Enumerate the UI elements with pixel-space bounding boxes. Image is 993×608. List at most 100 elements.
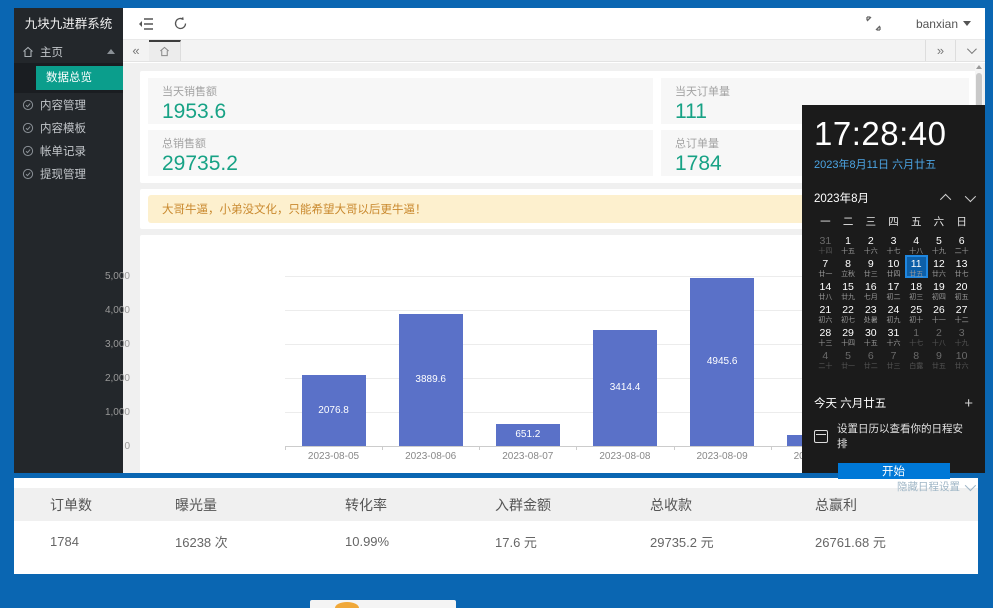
logo-arc [335,602,359,608]
lunar-label: 廿一 [816,271,835,278]
calendar-day-4[interactable]: 4十八 [905,232,928,255]
day-number: 14 [816,282,835,293]
bar-value-label: 3414.4 [610,382,641,393]
calendar-day-19[interactable]: 19初四 [928,278,951,301]
sidebar-item-label: 帐单记录 [40,143,86,159]
calendar-day-5[interactable]: 5十九 [928,232,951,255]
calendar-day-31[interactable]: 31十四 [814,232,837,255]
calendar-day-22[interactable]: 22初七 [837,301,860,324]
weekday-label: 一 [814,214,837,229]
calendar-day-2[interactable]: 2十八 [928,324,951,347]
calendar-day-10[interactable]: 10廿四 [882,255,905,278]
calendar-day-15[interactable]: 15廿九 [837,278,860,301]
calendar-day-11[interactable]: 11廿五 [905,255,928,278]
x-axis-tickmark [576,446,577,450]
lunar-label: 廿一 [839,363,858,370]
calendar-day-28[interactable]: 28十三 [814,324,837,347]
calendar-next-icon[interactable] [965,191,976,202]
calendar-day-8[interactable]: 8白露 [905,347,928,370]
day-number: 19 [930,282,949,293]
day-number: 2 [861,236,880,247]
calendar-day-9[interactable]: 9廿三 [859,255,882,278]
fullscreen-icon[interactable] [866,16,882,32]
calendar-day-2[interactable]: 2十六 [859,232,882,255]
clock-date-link[interactable]: 2023年8月11日 六月廿五 [814,156,973,172]
collapse-sidebar-icon[interactable] [137,15,155,33]
calendar-day-12[interactable]: 12廿六 [928,255,951,278]
calendar-day-21[interactable]: 21初六 [814,301,837,324]
scroll-up-arrow[interactable] [976,65,982,69]
calendar-day-3[interactable]: 3十七 [882,232,905,255]
clock-calendar-flyout: 17:28:40 2023年8月11日 六月廿五 2023年8月 一二三四五六日… [802,105,985,473]
calendar-day-23[interactable]: 23处暑 [859,301,882,324]
calendar-grid: 31十四1十五2十六3十七4十八5十九6二十7廿一8立秋9廿三10廿四11廿五1… [814,232,973,370]
calendar-day-17[interactable]: 17初二 [882,278,905,301]
summary-table-header: 订单数曝光量转化率入群金额总收款总赢利 [14,488,978,521]
calendar-day-18[interactable]: 18初三 [905,278,928,301]
user-menu[interactable]: banxian [916,17,971,31]
calendar-day-7[interactable]: 7廿三 [882,347,905,370]
calendar-day-5[interactable]: 5廿一 [837,347,860,370]
summary-cell-value: 17.6 元 [495,532,650,551]
bar-2023-08-09[interactable]: 4945.6 [690,278,754,446]
refresh-icon[interactable] [171,15,189,33]
lunar-label: 初三 [907,294,926,301]
bar-2023-08-05[interactable]: 2076.8 [302,375,366,446]
calendar-day-1[interactable]: 1十五 [837,232,860,255]
day-number: 15 [839,282,858,293]
sidebar-item-data-overview[interactable]: 数据总览 [36,66,123,90]
calendar-day-6[interactable]: 6廿二 [859,347,882,370]
weekday-label: 二 [837,214,860,229]
day-number: 13 [952,259,971,270]
calendar-day-26[interactable]: 26十一 [928,301,951,324]
tabs-scroll-left[interactable]: « [123,40,149,61]
calendar-day-9[interactable]: 9廿五 [928,347,951,370]
tabs-menu[interactable] [955,40,985,61]
summary-cell-value: 10.99% [345,534,495,549]
username: banxian [916,17,958,31]
x-axis-tickmark [285,446,286,450]
add-event-button[interactable]: + [964,396,973,411]
day-number: 23 [861,305,880,316]
day-number: 16 [861,282,880,293]
calendar-day-8[interactable]: 8立秋 [837,255,860,278]
calendar-day-14[interactable]: 14廿八 [814,278,837,301]
calendar-day-31[interactable]: 31十六 [882,324,905,347]
start-button[interactable]: 开始 [838,463,950,479]
calendar-day-13[interactable]: 13廿七 [950,255,973,278]
lunar-label: 二十 [952,248,971,255]
hidden-window-edge[interactable] [310,600,456,608]
calendar-day-6[interactable]: 6二十 [950,232,973,255]
calendar-prev-icon[interactable] [940,194,951,205]
x-axis-label: 2023-08-05 [285,451,382,462]
calendar-day-10[interactable]: 10廿六 [950,347,973,370]
sidebar-item-帐单记录[interactable]: 帐单记录 [14,139,123,162]
calendar-day-30[interactable]: 30十五 [859,324,882,347]
calendar-day-1[interactable]: 1十七 [905,324,928,347]
sidebar-item-home[interactable]: 主页 [14,40,123,63]
bar-2023-08-07[interactable]: 651.2 [496,424,560,446]
calendar-day-7[interactable]: 7廿一 [814,255,837,278]
sidebar-item-提现管理[interactable]: 提现管理 [14,162,123,185]
calendar-day-16[interactable]: 16七月 [859,278,882,301]
tab-home[interactable] [149,40,181,61]
stat-card: 当天销售额1953.6 [148,78,653,124]
chevron-up-icon [107,49,115,54]
calendar-day-25[interactable]: 25初十 [905,301,928,324]
sidebar-item-内容模板[interactable]: 内容模板 [14,116,123,139]
calendar-day-3[interactable]: 3十九 [950,324,973,347]
calendar-day-24[interactable]: 24初九 [882,301,905,324]
lunar-label: 二十 [816,363,835,370]
x-axis-label: 2023-08-09 [674,451,771,462]
calendar-day-27[interactable]: 27十二 [950,301,973,324]
sidebar-item-内容管理[interactable]: 内容管理 [14,93,123,116]
hide-agenda-link[interactable]: 隐藏日程设置 [897,479,973,494]
bar-2023-08-06[interactable]: 3889.6 [399,314,463,446]
top-toolbar: banxian [123,8,985,40]
calendar-day-29[interactable]: 29十四 [837,324,860,347]
tabs-scroll-right[interactable]: » [925,40,955,61]
calendar-day-4[interactable]: 4二十 [814,347,837,370]
circle-check-icon [22,145,34,157]
bar-2023-08-08[interactable]: 3414.4 [593,330,657,446]
calendar-day-20[interactable]: 20初五 [950,278,973,301]
